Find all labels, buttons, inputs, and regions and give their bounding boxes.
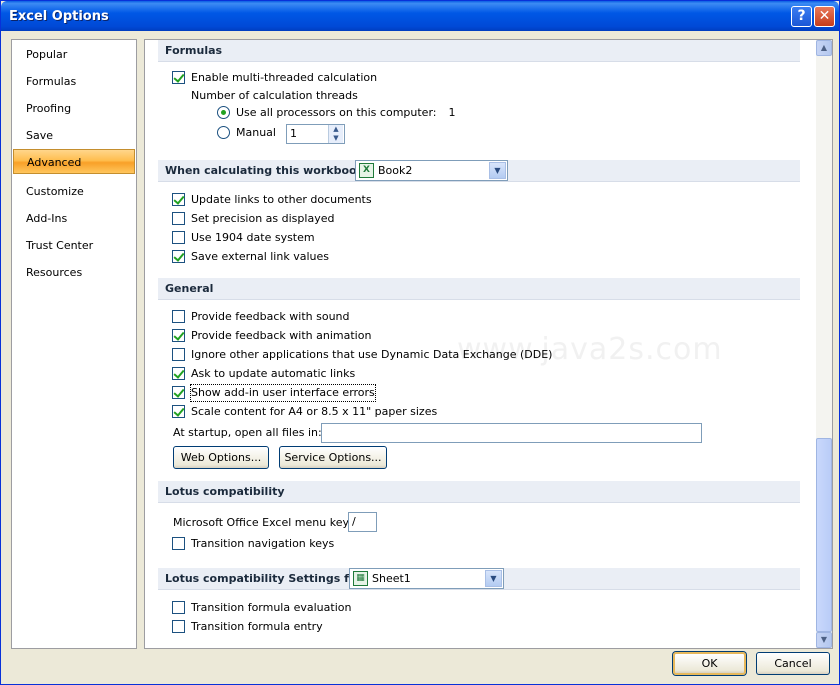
menu-key-value: / — [352, 515, 356, 528]
section-lotus-header: Lotus compatibility — [158, 481, 800, 503]
chevron-down-icon[interactable]: ▼ — [489, 162, 506, 179]
feedback-sound-checkbox[interactable] — [172, 310, 185, 323]
menu-key-input[interactable]: / — [348, 512, 377, 532]
manual-threads-spinner[interactable]: ▲ ▼ — [328, 125, 343, 143]
nav-item-popular[interactable]: Popular — [13, 42, 135, 67]
nav-item-customize[interactable]: Customize — [13, 179, 135, 204]
sheet-select-value: Sheet1 — [372, 572, 411, 585]
nav-item-save[interactable]: Save — [13, 123, 135, 148]
update-links-option[interactable]: Update links to other documents — [172, 192, 372, 208]
formula-entry-label: Transition formula entry — [191, 620, 323, 633]
startup-folder-label: At startup, open all files in: — [173, 426, 322, 439]
chevron-down-icon[interactable]: ▼ — [485, 570, 502, 587]
formula-entry-checkbox[interactable] — [172, 620, 185, 633]
multithread-checkbox[interactable] — [172, 71, 185, 84]
use-all-processors-radio[interactable] — [217, 106, 230, 119]
date-1904-checkbox[interactable] — [172, 231, 185, 244]
threads-label: Number of calculation threads — [191, 89, 358, 102]
manual-threads-radio[interactable] — [217, 126, 230, 139]
feedback-animation-option[interactable]: Provide feedback with animation — [172, 328, 371, 344]
worksheet-icon: ▦ — [353, 571, 368, 586]
section-general-header: General — [158, 278, 800, 300]
scale-content-checkbox[interactable] — [172, 405, 185, 418]
manual-threads-option[interactable]: Manual — [217, 125, 276, 141]
spin-down-icon[interactable]: ▼ — [329, 134, 343, 143]
update-links-checkbox[interactable] — [172, 193, 185, 206]
formula-evaluation-option[interactable]: Transition formula evaluation — [172, 600, 351, 616]
help-button[interactable]: ? — [791, 6, 812, 27]
use-all-processors-label: Use all processors on this computer: — [236, 106, 437, 119]
ignore-dde-label: Ignore other applications that use Dynam… — [191, 348, 553, 361]
scroll-up-icon[interactable]: ▲ — [816, 40, 832, 56]
use-all-processors-option[interactable]: Use all processors on this computer: 1 — [217, 105, 455, 121]
workbook-select-value: Book2 — [378, 164, 413, 177]
nav-item-formulas[interactable]: Formulas — [13, 69, 135, 94]
manual-threads-value: 1 — [290, 127, 297, 140]
addin-errors-option[interactable]: Show add-in user interface errors — [172, 384, 376, 402]
menu-key-label: Microsoft Office Excel menu key: — [173, 516, 352, 529]
date-1904-option[interactable]: Use 1904 date system — [172, 230, 315, 246]
addin-errors-checkbox[interactable] — [172, 386, 185, 399]
external-link-values-option[interactable]: Save external link values — [172, 249, 329, 265]
precision-checkbox[interactable] — [172, 212, 185, 225]
workbook-select[interactable]: X Book2 ▼ — [355, 160, 508, 181]
update-automatic-links-option[interactable]: Ask to update automatic links — [172, 366, 355, 382]
spin-up-icon[interactable]: ▲ — [329, 125, 343, 134]
scrollbar-thumb[interactable] — [816, 438, 832, 632]
vertical-scrollbar[interactable]: ▲ ▼ — [816, 40, 832, 648]
update-links-label: Update links to other documents — [191, 193, 372, 206]
external-link-values-label: Save external link values — [191, 250, 329, 263]
manual-threads-label: Manual — [236, 126, 276, 139]
precision-label: Set precision as displayed — [191, 212, 335, 225]
multithread-label: Enable multi-threaded calculation — [191, 71, 378, 84]
precision-option[interactable]: Set precision as displayed — [172, 211, 334, 227]
multithread-option[interactable]: Enable multi-threaded calculation — [172, 70, 377, 86]
navigation-keys-checkbox[interactable] — [172, 537, 185, 550]
close-button[interactable]: ✕ — [814, 6, 835, 27]
feedback-sound-label: Provide feedback with sound — [191, 310, 350, 323]
formula-evaluation-label: Transition formula evaluation — [191, 601, 352, 614]
sheet-select[interactable]: ▦ Sheet1 ▼ — [349, 568, 504, 589]
nav-item-resources[interactable]: Resources — [13, 260, 135, 285]
feedback-animation-checkbox[interactable] — [172, 329, 185, 342]
feedback-sound-option[interactable]: Provide feedback with sound — [172, 309, 350, 325]
navigation-keys-label: Transition navigation keys — [191, 537, 335, 550]
web-options-button[interactable]: Web Options... — [173, 446, 269, 469]
cancel-button[interactable]: Cancel — [756, 652, 830, 675]
options-nav: Popular Formulas Proofing Save Advanced … — [11, 39, 137, 649]
feedback-animation-label: Provide feedback with animation — [191, 329, 372, 342]
nav-item-trust-center[interactable]: Trust Center — [13, 233, 135, 258]
scale-content-label: Scale content for A4 or 8.5 x 11" paper … — [191, 405, 438, 418]
addin-errors-label: Show add-in user interface errors — [190, 384, 376, 402]
ignore-dde-option[interactable]: Ignore other applications that use Dynam… — [172, 347, 552, 363]
advanced-options-panel: www.java2s.com Formulas Enable multi-thr… — [144, 39, 833, 649]
date-1904-label: Use 1904 date system — [191, 231, 315, 244]
excel-workbook-icon: X — [359, 163, 374, 178]
formula-entry-option[interactable]: Transition formula entry — [172, 619, 323, 635]
title-bar[interactable]: Excel Options ? ✕ — [1, 1, 839, 31]
nav-item-advanced[interactable]: Advanced — [13, 149, 135, 174]
external-link-values-checkbox[interactable] — [172, 250, 185, 263]
formula-evaluation-checkbox[interactable] — [172, 601, 185, 614]
update-automatic-links-checkbox[interactable] — [172, 367, 185, 380]
scroll-down-icon[interactable]: ▼ — [816, 632, 832, 648]
ok-button[interactable]: OK — [673, 652, 746, 675]
excel-options-dialog: Excel Options ? ✕ Popular Formulas Proof… — [0, 0, 840, 685]
window-title: Excel Options — [9, 9, 109, 24]
options-scroll-area: www.java2s.com Formulas Enable multi-thr… — [145, 40, 816, 648]
nav-item-proofing[interactable]: Proofing — [13, 96, 135, 121]
ignore-dde-checkbox[interactable] — [172, 348, 185, 361]
section-formulas-header: Formulas — [158, 40, 800, 62]
nav-item-add-ins[interactable]: Add-Ins — [13, 206, 135, 231]
scale-content-option[interactable]: Scale content for A4 or 8.5 x 11" paper … — [172, 404, 437, 420]
processor-count: 1 — [448, 106, 456, 119]
update-automatic-links-label: Ask to update automatic links — [191, 367, 356, 380]
startup-folder-input[interactable] — [321, 423, 702, 443]
navigation-keys-option[interactable]: Transition navigation keys — [172, 536, 334, 552]
service-options-button[interactable]: Service Options... — [279, 446, 387, 469]
